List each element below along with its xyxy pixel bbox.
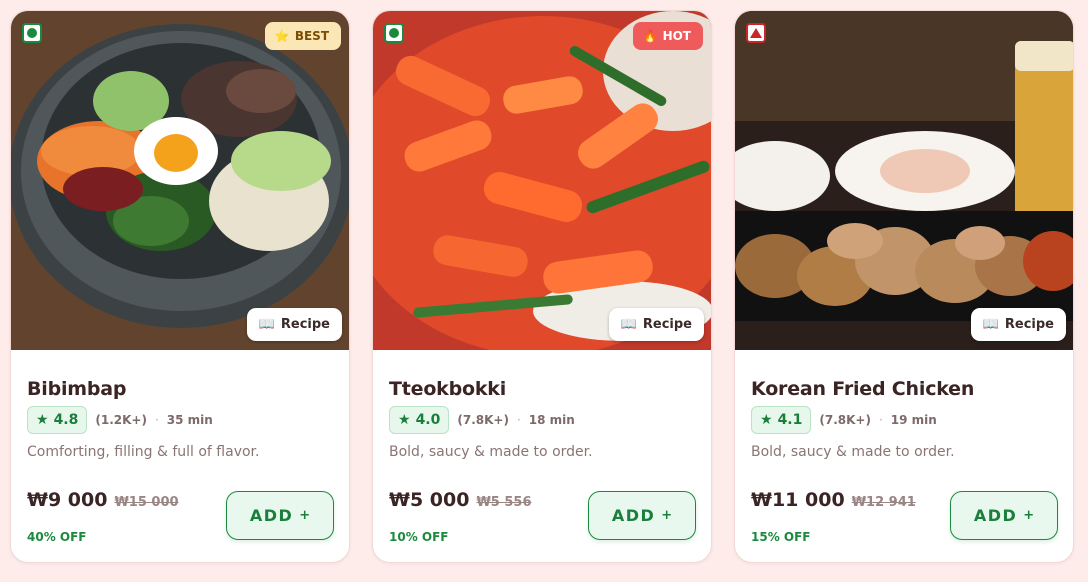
dish-description: Bold, saucy & made to order. bbox=[751, 444, 955, 460]
recipe-button[interactable]: 📖 Recipe bbox=[970, 308, 1066, 341]
recipe-label: Recipe bbox=[280, 317, 330, 332]
original-price: ₩15 000 bbox=[114, 495, 179, 510]
star-icon: ★ bbox=[398, 412, 411, 428]
review-count: (7.8K+) bbox=[457, 413, 509, 427]
original-price: ₩12 941 bbox=[851, 495, 916, 510]
discount-label: 15% OFF bbox=[751, 530, 811, 544]
tteokbokki-photo-illustration bbox=[373, 11, 711, 350]
rating-badge: ★ 4.1 bbox=[751, 406, 812, 434]
plus-icon: + bbox=[1023, 508, 1035, 523]
veg-indicator-icon bbox=[384, 23, 404, 43]
best-badge: ⭐ BEST bbox=[264, 22, 341, 50]
rating-badge: ★ 4.8 bbox=[27, 406, 88, 434]
star-icon: ⭐ bbox=[274, 29, 290, 43]
dish-description: Comforting, filling & full of flavor. bbox=[27, 444, 260, 460]
badge-label: BEST bbox=[294, 29, 329, 43]
fire-icon: 🔥 bbox=[642, 29, 658, 43]
discount-label: 40% OFF bbox=[27, 530, 87, 544]
book-icon: 📖 bbox=[982, 317, 999, 332]
dish-title: Bibimbap bbox=[27, 378, 127, 400]
menu-card-korean-fried-chicken[interactable]: 📖 Recipe Korean Fried Chicken ★ 4.1 (7.8… bbox=[734, 10, 1074, 563]
recipe-label: Recipe bbox=[642, 317, 692, 332]
add-to-cart-button[interactable]: ADD + bbox=[588, 491, 696, 540]
bibimbap-photo-illustration bbox=[11, 11, 349, 350]
add-label: ADD bbox=[973, 506, 1018, 525]
current-price: ₩9 000 bbox=[27, 489, 108, 511]
add-to-cart-button[interactable]: ADD + bbox=[226, 491, 334, 540]
recipe-button[interactable]: 📖 Recipe bbox=[246, 308, 342, 341]
plus-icon: + bbox=[299, 508, 311, 523]
rating-value: 4.8 bbox=[53, 412, 79, 428]
review-count: (1.2K+) bbox=[95, 413, 147, 427]
rating-badge: ★ 4.0 bbox=[389, 406, 450, 434]
book-icon: 📖 bbox=[258, 317, 275, 332]
prep-time: 18 min bbox=[528, 413, 575, 427]
separator-dot: · bbox=[154, 413, 159, 427]
dish-title: Tteokbokki bbox=[389, 378, 507, 400]
current-price: ₩11 000 bbox=[751, 489, 845, 511]
rating-value: 4.1 bbox=[777, 412, 803, 428]
fried-chicken-photo-illustration bbox=[735, 11, 1073, 350]
separator-dot: · bbox=[878, 413, 883, 427]
recipe-label: Recipe bbox=[1004, 317, 1054, 332]
discount-label: 10% OFF bbox=[389, 530, 449, 544]
original-price: ₩5 556 bbox=[476, 495, 532, 510]
non-veg-indicator-icon bbox=[746, 23, 766, 43]
food-photo[interactable]: 🔥 HOT 📖 Recipe bbox=[373, 11, 711, 350]
add-label: ADD bbox=[249, 506, 294, 525]
prep-time: 19 min bbox=[890, 413, 937, 427]
current-price: ₩5 000 bbox=[389, 489, 470, 511]
food-photo[interactable]: ⭐ BEST 📖 Recipe bbox=[11, 11, 349, 350]
food-photo[interactable]: 📖 Recipe bbox=[735, 11, 1073, 350]
star-icon: ★ bbox=[760, 412, 773, 428]
dish-description: Bold, saucy & made to order. bbox=[389, 444, 593, 460]
menu-card-grid: ⭐ BEST 📖 Recipe Bibimbap ★ 4.8 (1.2K+) ·… bbox=[10, 10, 1074, 563]
menu-card-bibimbap[interactable]: ⭐ BEST 📖 Recipe Bibimbap ★ 4.8 (1.2K+) ·… bbox=[10, 10, 350, 563]
star-icon: ★ bbox=[36, 412, 49, 428]
separator-dot: · bbox=[516, 413, 521, 427]
rating-value: 4.0 bbox=[415, 412, 441, 428]
dish-title: Korean Fried Chicken bbox=[751, 378, 975, 400]
book-icon: 📖 bbox=[620, 317, 637, 332]
add-to-cart-button[interactable]: ADD + bbox=[950, 491, 1058, 540]
badge-label: HOT bbox=[662, 29, 691, 43]
hot-badge: 🔥 HOT bbox=[632, 22, 703, 50]
prep-time: 35 min bbox=[166, 413, 213, 427]
plus-icon: + bbox=[661, 508, 673, 523]
menu-card-tteokbokki[interactable]: 🔥 HOT 📖 Recipe Tteokbokki ★ 4.0 (7.8K+) … bbox=[372, 10, 712, 563]
add-label: ADD bbox=[611, 506, 656, 525]
veg-indicator-icon bbox=[22, 23, 42, 43]
recipe-button[interactable]: 📖 Recipe bbox=[608, 308, 704, 341]
review-count: (7.8K+) bbox=[819, 413, 871, 427]
